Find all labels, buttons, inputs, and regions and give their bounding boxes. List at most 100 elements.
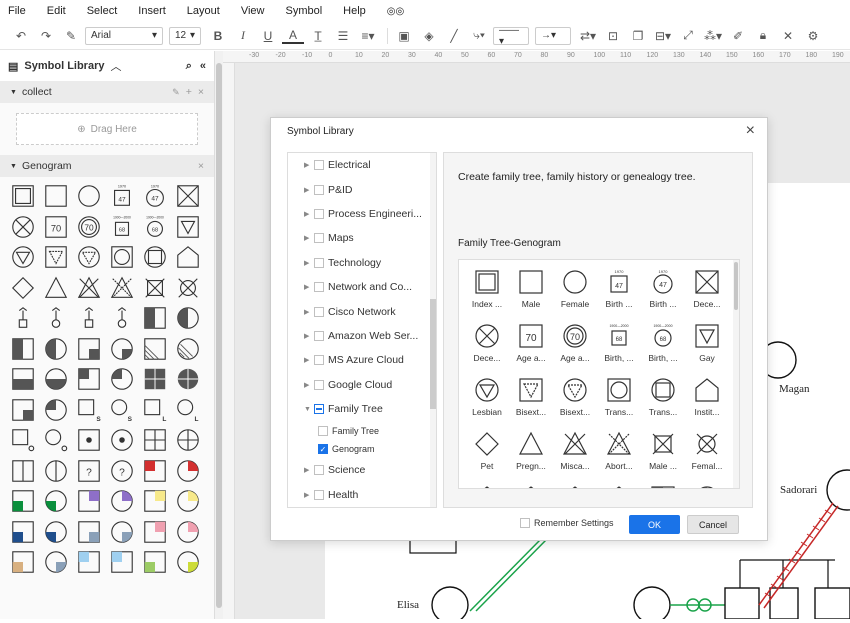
genogram-symbol[interactable] bbox=[72, 181, 105, 212]
caret-right-icon[interactable]: ▶ bbox=[304, 210, 314, 218]
preview-symbol[interactable]: Dece... bbox=[685, 268, 729, 322]
genogram-symbol[interactable] bbox=[39, 181, 72, 212]
genogram-symbol[interactable] bbox=[72, 303, 105, 334]
tree-item[interactable]: ▶ Network and Co... bbox=[288, 275, 436, 299]
tree-item[interactable]: ▶ MS Azure Cloud bbox=[288, 348, 436, 372]
text-box-icon[interactable]: ▣ bbox=[393, 25, 415, 47]
genogram-symbol[interactable] bbox=[39, 303, 72, 334]
genogram-symbol[interactable] bbox=[171, 486, 204, 517]
preview-symbol[interactable] bbox=[641, 484, 685, 488]
close-icon[interactable]: × bbox=[746, 122, 755, 140]
preview-symbol[interactable]: Instit... bbox=[685, 376, 729, 430]
tree-item[interactable]: ▶ Cisco Network bbox=[288, 299, 436, 323]
preview-symbol[interactable]: Lesbian bbox=[465, 376, 509, 430]
format-painter-icon[interactable]: ✎ bbox=[60, 25, 82, 47]
genogram-symbol[interactable] bbox=[72, 273, 105, 304]
caret-right-icon[interactable]: ▶ bbox=[304, 466, 314, 474]
genogram-symbol[interactable]: 1970 47 bbox=[138, 181, 171, 212]
caret-right-icon[interactable]: ▶ bbox=[304, 491, 314, 499]
preview-symbol[interactable]: Bisext... bbox=[553, 376, 597, 430]
align-objects-icon[interactable]: ⊟▾ bbox=[652, 25, 674, 47]
genogram-symbol[interactable] bbox=[105, 334, 138, 365]
more-icon[interactable]: ⚙ bbox=[802, 25, 824, 47]
tree-subitem[interactable]: Family Tree bbox=[288, 421, 436, 440]
preview-symbol[interactable] bbox=[465, 484, 509, 488]
cancel-button[interactable]: Cancel bbox=[687, 515, 739, 534]
genogram-symbol[interactable]: ? bbox=[72, 456, 105, 487]
connector-icon[interactable]: ⤷▾ bbox=[468, 25, 490, 47]
caret-down-icon[interactable]: ▼ bbox=[304, 406, 314, 413]
remember-settings[interactable]: Remember Settings bbox=[520, 518, 614, 528]
tree-item[interactable]: ▶ Science bbox=[288, 458, 436, 482]
genogram-symbol[interactable] bbox=[138, 303, 171, 334]
menu-view[interactable]: View bbox=[241, 5, 265, 17]
menu-file[interactable]: File bbox=[8, 5, 26, 17]
genogram-symbol[interactable] bbox=[39, 456, 72, 487]
genogram-symbol[interactable]: 70 bbox=[72, 212, 105, 243]
genogram-symbol[interactable] bbox=[138, 486, 171, 517]
genogram-symbol[interactable] bbox=[72, 517, 105, 548]
group-icon[interactable]: ❐ bbox=[627, 25, 649, 47]
genogram-symbol[interactable] bbox=[6, 242, 39, 273]
genogram-symbol[interactable] bbox=[39, 273, 72, 304]
tree-item[interactable]: ▶ Technology bbox=[288, 251, 436, 275]
preview-symbol[interactable]: Gay bbox=[685, 322, 729, 376]
genogram-symbol[interactable] bbox=[105, 517, 138, 548]
bold-icon[interactable]: B bbox=[207, 25, 229, 47]
select-icon[interactable]: ⁂▾ bbox=[702, 25, 724, 47]
genogram-symbol[interactable] bbox=[105, 425, 138, 456]
genogram-symbol[interactable] bbox=[105, 273, 138, 304]
genogram-symbol[interactable] bbox=[39, 364, 72, 395]
underline-icon[interactable]: U bbox=[257, 25, 279, 47]
preview-symbol[interactable] bbox=[685, 484, 729, 488]
binoculars-icon[interactable]: ◎◎ bbox=[387, 6, 404, 17]
category-checkbox[interactable] bbox=[314, 184, 324, 195]
preview-symbol[interactable]: Femal... bbox=[685, 430, 729, 484]
caret-right-icon[interactable]: ▶ bbox=[304, 259, 314, 267]
caret-right-icon[interactable]: ▶ bbox=[304, 332, 314, 340]
preview-symbol[interactable]: Misca... bbox=[553, 430, 597, 484]
size-icon[interactable]: ⤢ bbox=[677, 25, 699, 47]
genogram-symbol[interactable] bbox=[6, 303, 39, 334]
crop-icon[interactable]: ⊡ bbox=[602, 25, 624, 47]
genogram-symbol[interactable] bbox=[171, 242, 204, 273]
genogram-section-header[interactable]: ▼ Genogram × bbox=[0, 155, 214, 177]
preview-symbol[interactable]: Pregn... bbox=[509, 430, 553, 484]
tree-item[interactable]: ▶ Health bbox=[288, 483, 436, 507]
close-icon[interactable]: × bbox=[198, 160, 204, 172]
collapse-icon[interactable]: « bbox=[200, 60, 206, 72]
genogram-symbol[interactable]: 1900—2000 68 bbox=[138, 212, 171, 243]
font-size-select[interactable]: 12 ▾ bbox=[169, 26, 201, 45]
genogram-symbol[interactable] bbox=[105, 486, 138, 517]
tools-icon[interactable]: ✕ bbox=[777, 25, 799, 47]
category-checkbox[interactable] bbox=[314, 465, 324, 476]
genogram-symbol[interactable] bbox=[171, 364, 204, 395]
genogram-symbol[interactable] bbox=[6, 517, 39, 548]
genogram-symbol[interactable] bbox=[6, 273, 39, 304]
preview-symbol[interactable]: Pet bbox=[465, 430, 509, 484]
caret-right-icon[interactable]: ▶ bbox=[304, 186, 314, 194]
genogram-symbol[interactable] bbox=[171, 303, 204, 334]
genogram-symbol[interactable] bbox=[72, 547, 105, 578]
preview-symbol[interactable]: Male bbox=[509, 268, 553, 322]
female-node-sadorari[interactable] bbox=[826, 469, 850, 511]
preview-symbol[interactable] bbox=[553, 484, 597, 488]
align-icon[interactable]: ☰ bbox=[332, 25, 354, 47]
font-family-select[interactable]: Arial ▾ bbox=[85, 26, 163, 45]
genogram-symbol[interactable] bbox=[6, 364, 39, 395]
tree-item[interactable]: ▶ Electrical bbox=[288, 153, 436, 177]
preview-symbol[interactable]: 1900—2000 68 Birth, ... bbox=[641, 322, 685, 376]
female-node[interactable] bbox=[633, 586, 671, 619]
drag-here-zone[interactable]: ⊕ Drag Here bbox=[16, 113, 198, 145]
category-checkbox[interactable] bbox=[314, 489, 324, 500]
undo-icon[interactable]: ↶ bbox=[10, 25, 32, 47]
genogram-symbol[interactable] bbox=[138, 273, 171, 304]
genogram-symbol[interactable] bbox=[171, 517, 204, 548]
redo-icon[interactable]: ↷ bbox=[35, 25, 57, 47]
genogram-symbol[interactable] bbox=[171, 273, 204, 304]
preview-symbol[interactable]: 70 Age a... bbox=[553, 322, 597, 376]
genogram-symbol[interactable] bbox=[72, 364, 105, 395]
menu-insert[interactable]: Insert bbox=[138, 5, 166, 17]
genogram-symbol[interactable] bbox=[39, 517, 72, 548]
caret-right-icon[interactable]: ▶ bbox=[304, 161, 314, 169]
